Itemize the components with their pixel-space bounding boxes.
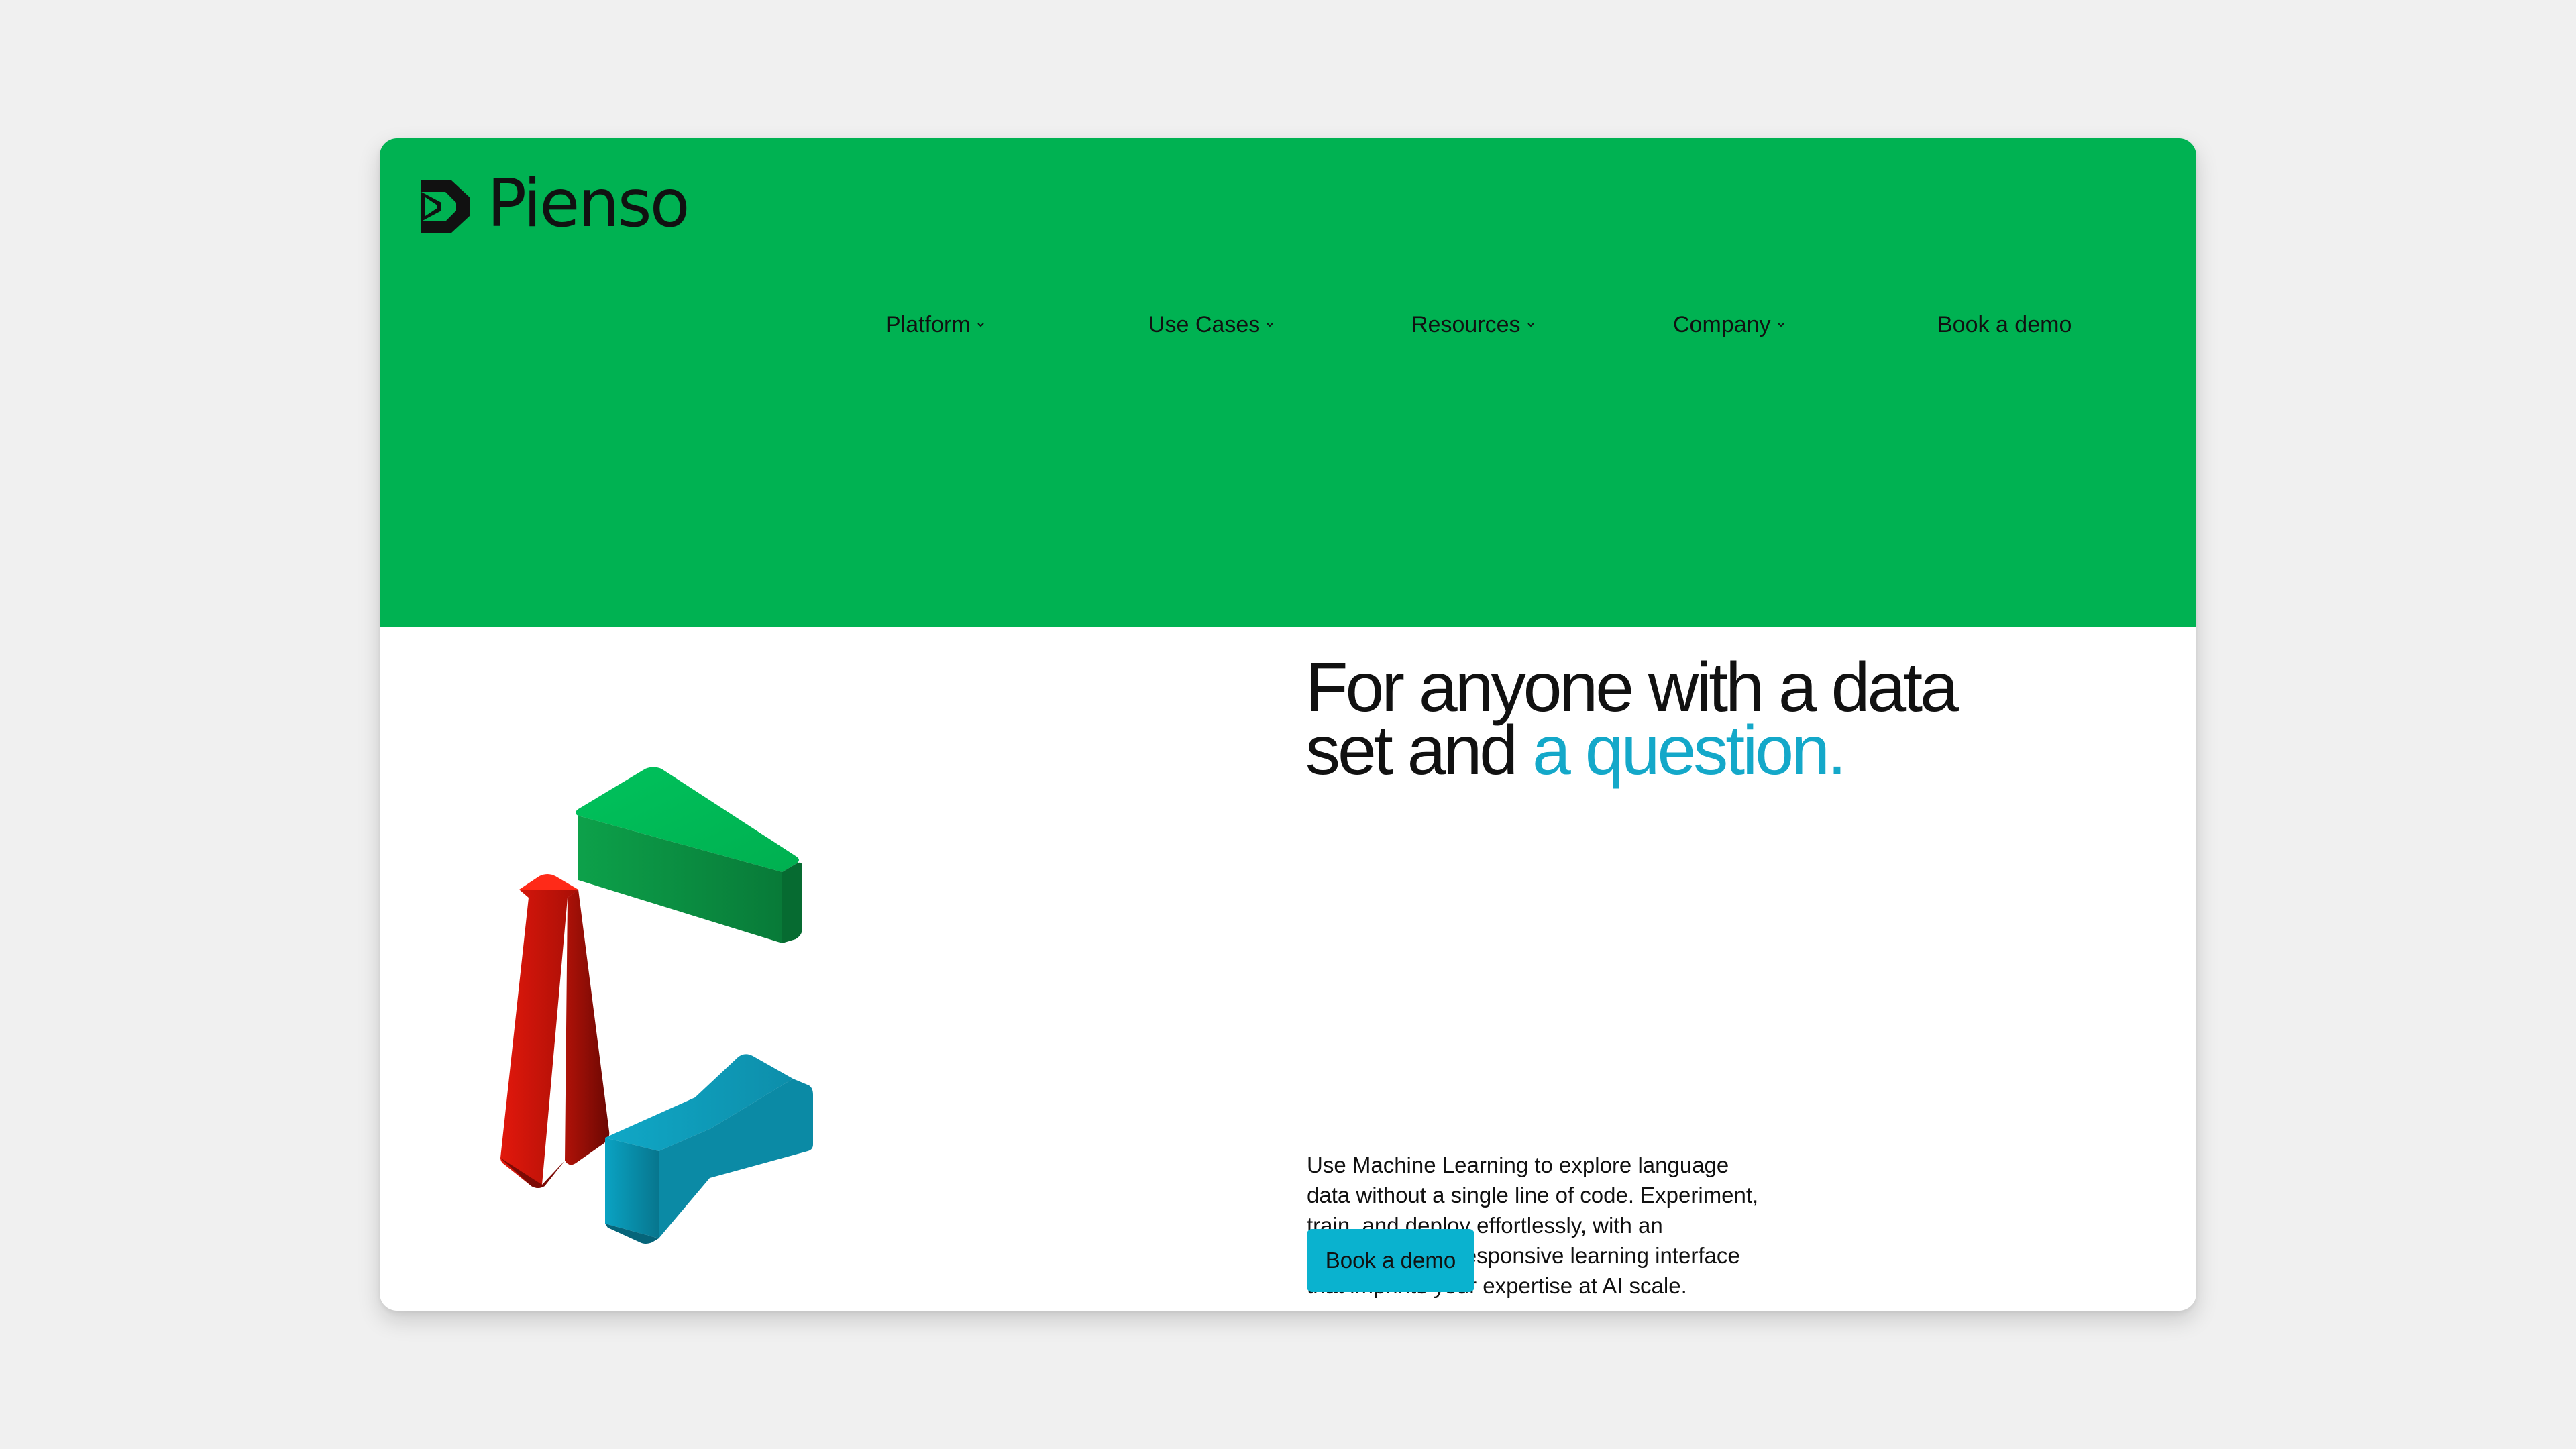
book-demo-button[interactable]: Book a demo [1307, 1229, 1474, 1292]
hero-headline-accent: a question. [1532, 712, 1847, 790]
browser-page: Pienso Platform Use Cases Resources Comp… [380, 138, 2196, 1311]
nav-platform[interactable]: Platform [885, 306, 987, 343]
3d-play-triangle-blocks-icon [407, 661, 843, 1252]
chevron-down-icon [1775, 319, 1787, 331]
nav-use-cases-label: Use Cases [1148, 312, 1260, 337]
nav-company-label: Company [1673, 312, 1771, 337]
chevron-down-icon [1264, 319, 1276, 331]
nav-company[interactable]: Company [1673, 306, 1787, 343]
nav-use-cases[interactable]: Use Cases [1148, 306, 1276, 343]
nav-book-demo-link[interactable]: Book a demo [1937, 306, 2072, 343]
chevron-down-icon [975, 319, 987, 331]
chevron-down-icon [1525, 319, 1537, 331]
pienso-logo-mark-icon [421, 180, 470, 233]
brand-name: Pienso [487, 166, 690, 242]
pienso-logo[interactable]: Pienso [412, 166, 690, 242]
nav-resources[interactable]: Resources [1411, 306, 1537, 343]
hero-headline: For anyone with a data set and a questio… [1305, 653, 2043, 786]
nav-resources-label: Resources [1411, 312, 1521, 337]
hero-headline-line2: set and [1305, 712, 1533, 790]
nav-platform-label: Platform [885, 312, 971, 337]
